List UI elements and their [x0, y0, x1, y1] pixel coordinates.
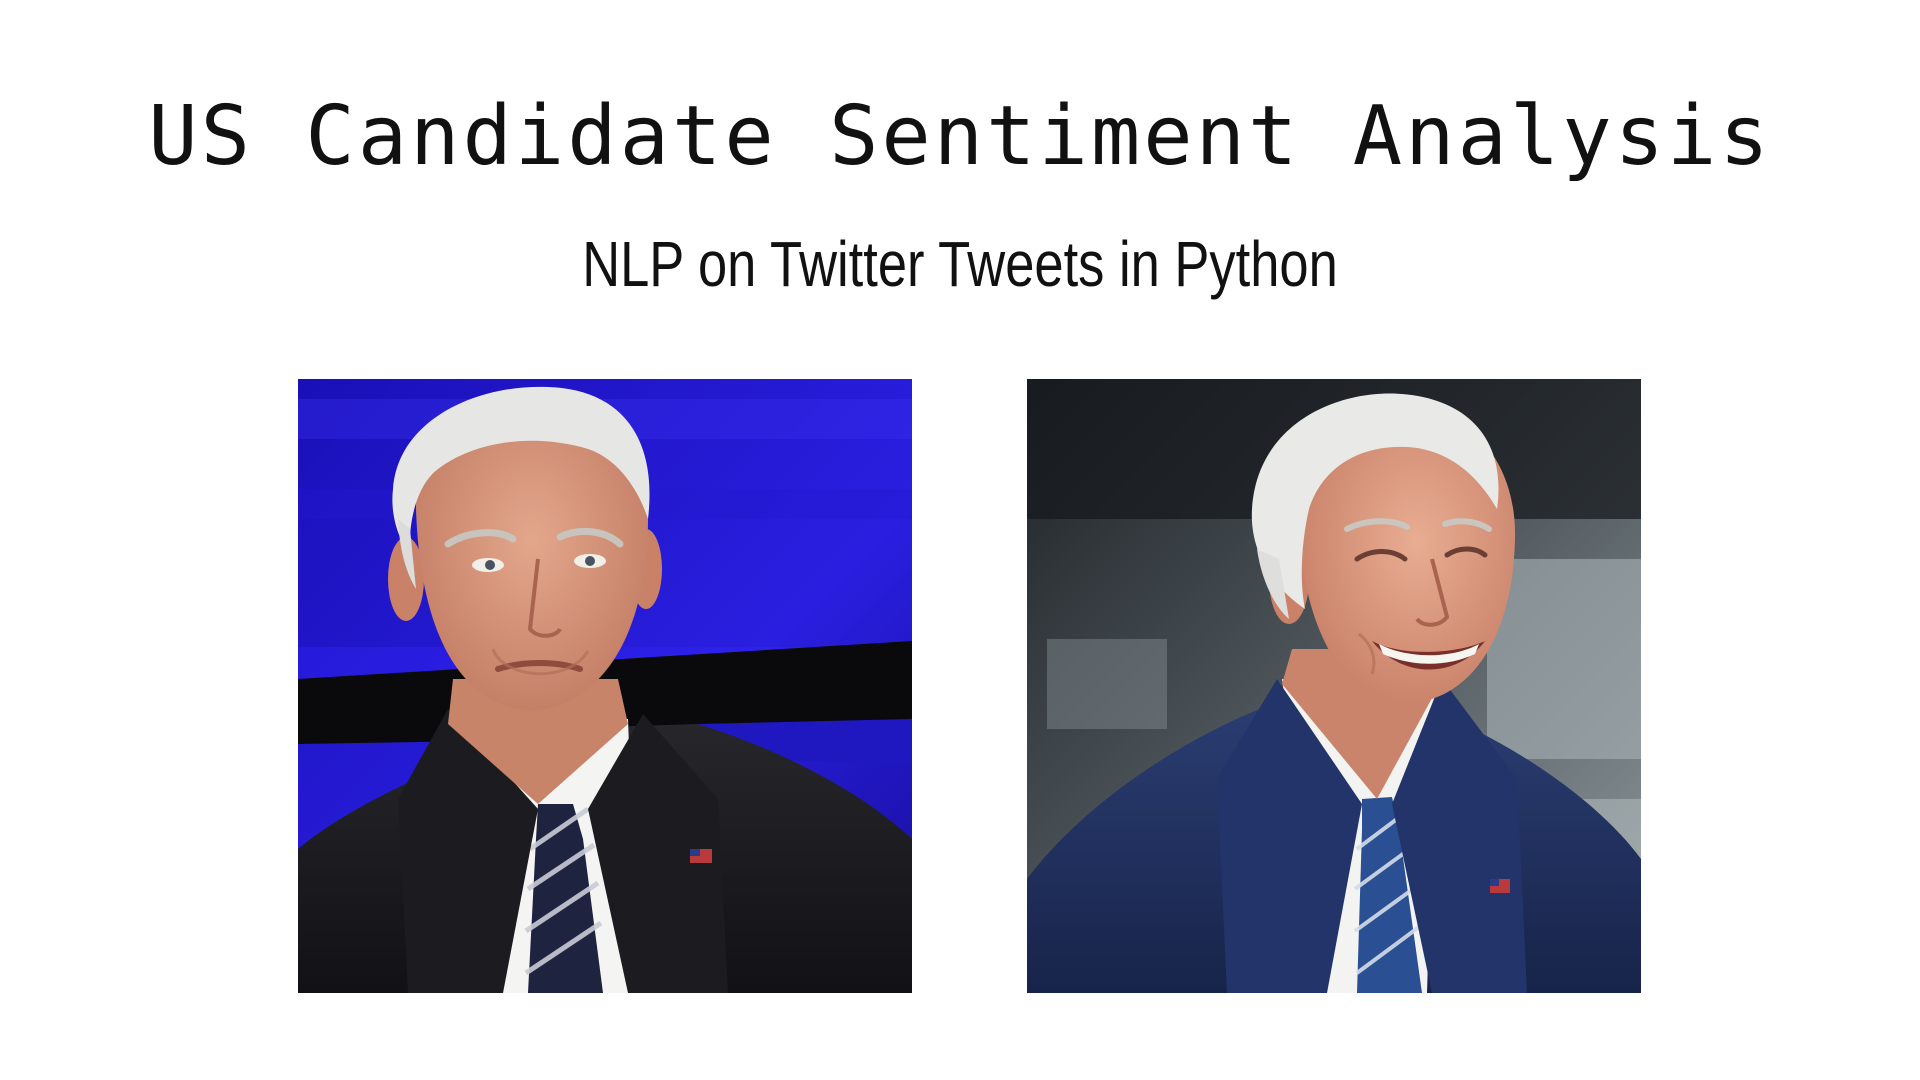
candidate-photo-smiling — [1027, 379, 1641, 993]
candidate-photo-serious-image — [298, 379, 912, 993]
slide-subtitle: NLP on Twitter Tweets in Python — [582, 228, 1338, 300]
candidate-photo-smiling-image — [1027, 379, 1641, 993]
slide: US Candidate Sentiment Analysis NLP on T… — [0, 0, 1920, 1080]
slide-title: US Candidate Sentiment Analysis — [148, 89, 1772, 184]
candidate-photo-serious — [298, 379, 912, 993]
